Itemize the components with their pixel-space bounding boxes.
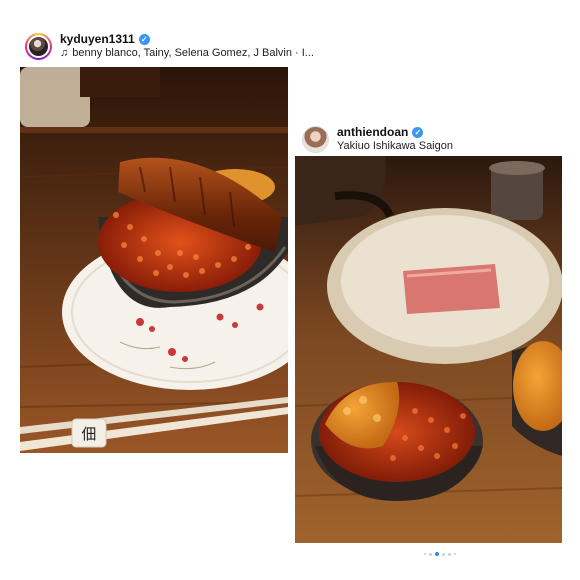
audio-track[interactable]: ♫ benny blanco, Tainy, Selena Gomez, J B… [60, 46, 314, 60]
post-photo[interactable] [295, 156, 562, 543]
avatar[interactable] [302, 125, 329, 153]
verified-badge-icon: ✓ [412, 126, 424, 138]
location-label: Yakiuo Ishikawa Saigon [337, 140, 453, 152]
post-header: kyduyen1311 ✓ ♫ benny blanco, Tainy, Sel… [25, 32, 314, 60]
food-photo [295, 156, 562, 543]
carousel-dot-active[interactable] [435, 552, 439, 556]
location[interactable]: Yakiuo Ishikawa Saigon [337, 139, 453, 153]
carousel-indicator [424, 552, 456, 556]
post-photo[interactable]: 佃 [20, 67, 288, 453]
carousel-dot[interactable] [424, 553, 426, 555]
carousel-dot[interactable] [454, 553, 456, 555]
food-photo: 佃 [20, 67, 288, 453]
carousel-dot[interactable] [429, 552, 432, 556]
music-note-icon: ♫ [60, 47, 69, 59]
chopstick-rest-label: 佃 [81, 425, 96, 443]
username[interactable]: kyduyen1311 [60, 32, 135, 46]
carousel-dot[interactable] [442, 552, 445, 556]
avatar[interactable] [25, 32, 52, 60]
carousel-dot[interactable] [448, 552, 451, 556]
verified-badge-icon: ✓ [138, 33, 150, 45]
post-header: anthiendoan ✓ Yakiuo Ishikawa Saigon [302, 125, 453, 153]
audio-track-label: benny blanco, Tainy, Selena Gomez, J Bal… [72, 47, 314, 59]
username[interactable]: anthiendoan [337, 125, 408, 139]
